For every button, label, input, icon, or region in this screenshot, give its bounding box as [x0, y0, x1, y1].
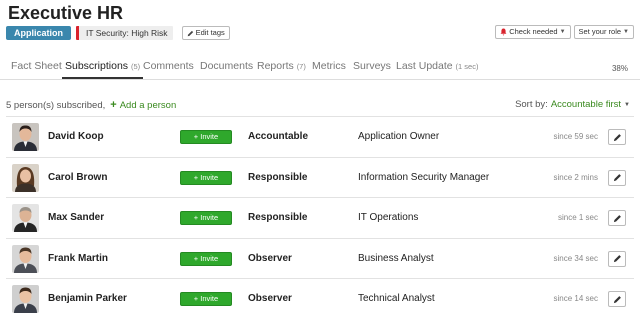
bell-icon [500, 28, 507, 36]
tab-comments[interactable]: Comments [143, 60, 194, 72]
avatar [12, 163, 39, 192]
invite-button[interactable]: + Invite [180, 130, 232, 144]
role-description: IT Operations [358, 212, 419, 223]
pencil-icon [187, 30, 193, 36]
table-row: Max Sander + Invite Responsible IT Opera… [6, 197, 634, 238]
pencil-icon [613, 295, 621, 303]
subscribed-since: since 34 sec [553, 253, 598, 263]
tab-label: Comments [143, 60, 194, 72]
tab-reports[interactable]: Reports (7) [257, 60, 306, 72]
subscription-list: David Koop + Invite Accountable Applicat… [6, 116, 634, 319]
person-name: Carol Brown [48, 171, 108, 183]
pencil-icon [613, 214, 621, 222]
subscribed-since: since 14 sec [553, 294, 598, 303]
sort-control[interactable]: Sort by: Accountable first ▼ [515, 99, 630, 110]
tab-subscriptions[interactable]: Subscriptions (5) [61, 60, 144, 79]
subscription-role: Observer [248, 293, 292, 304]
role-description: Technical Analyst [358, 293, 435, 304]
tab-label: Subscriptions [65, 60, 129, 72]
tab-metrics[interactable]: Metrics [312, 60, 346, 72]
table-row: David Koop + Invite Accountable Applicat… [6, 116, 634, 157]
subscribed-since: since 1 sec [557, 213, 598, 222]
avatar [12, 204, 39, 232]
role-description: Information Security Manager [358, 171, 490, 183]
edit-subscription-button[interactable] [608, 129, 626, 145]
person-name: Benjamin Parker [48, 293, 127, 304]
invite-button[interactable]: + Invite [180, 251, 232, 266]
tab-count: (5) [130, 62, 141, 71]
subscribed-since: since 59 sec [553, 132, 598, 141]
completion-percent: 38% [611, 64, 628, 73]
tab-bar: Fact Sheet Subscriptions (5) Comments Do… [0, 56, 640, 80]
person-name: Frank Martin [48, 252, 109, 264]
chevron-down-icon: ▼ [559, 29, 566, 35]
subscription-count-text: 5 person(s) subscribed, [6, 99, 106, 111]
invite-button[interactable]: + Invite [180, 170, 232, 185]
subscribed-since: since 2 mins [553, 172, 598, 182]
subscription-role: Responsible [248, 171, 308, 183]
subscription-role: Observer [248, 252, 292, 264]
header-actions: Check needed ▼ Set your role ▼ [495, 25, 634, 39]
avatar [12, 244, 39, 273]
pencil-icon [613, 133, 621, 141]
pencil-icon [613, 174, 621, 182]
tab-label: Reports [257, 60, 294, 72]
edit-subscription-button[interactable] [608, 169, 626, 186]
table-row: Benjamin Parker + Invite Observer Techni… [6, 278, 634, 319]
add-person-label: Add a person [119, 99, 177, 111]
role-description: Business Analyst [358, 252, 434, 264]
set-role-label: Set your role [578, 27, 622, 36]
edit-tags-label: Edit tags [195, 28, 225, 37]
table-row: Carol Brown + Invite Responsible Informa… [6, 156, 634, 198]
tab-label: Surveys [353, 60, 391, 72]
tag-row: Application IT Security: High Risk Edit … [6, 26, 230, 40]
invite-button[interactable]: + Invite [180, 292, 232, 306]
tab-documents[interactable]: Documents [200, 60, 253, 72]
check-needed-label: Check needed [509, 27, 558, 36]
set-role-button[interactable]: Set your role ▼ [573, 25, 634, 39]
sort-value: Accountable first [550, 99, 622, 110]
edit-tags-button[interactable]: Edit tags [181, 26, 230, 40]
edit-subscription-button[interactable] [608, 250, 626, 267]
table-row: Frank Martin + Invite Observer Business … [6, 237, 634, 279]
add-person-link[interactable]: + Add a person [110, 99, 176, 111]
tab-label: Metrics [312, 60, 346, 72]
chevron-down-icon: ▼ [624, 101, 630, 108]
page-title: Executive HR [8, 3, 124, 23]
subscription-role: Responsible [248, 212, 308, 223]
tab-fact-sheet[interactable]: Fact Sheet [11, 60, 62, 72]
tab-label: Last Update [396, 60, 453, 72]
edit-subscription-button[interactable] [608, 210, 626, 226]
role-description: Application Owner [358, 131, 440, 142]
avatar [12, 123, 39, 151]
tab-count: (7) [296, 62, 306, 71]
tab-last-update[interactable]: Last Update (1 sec) [396, 60, 478, 72]
application-tag[interactable]: Application [6, 26, 71, 40]
subscription-role: Accountable [248, 131, 309, 142]
person-name: David Koop [48, 131, 104, 142]
pencil-icon [613, 255, 621, 263]
tab-surveys[interactable]: Surveys [353, 60, 391, 72]
invite-button[interactable]: + Invite [180, 211, 232, 225]
plus-icon: + [110, 99, 117, 111]
person-name: Max Sander [48, 212, 105, 223]
edit-subscription-button[interactable] [608, 291, 626, 307]
it-security-risk-tag[interactable]: IT Security: High Risk [76, 26, 173, 40]
subscription-summary-bar: 5 person(s) subscribed, + Add a person [6, 99, 176, 111]
tab-count: (1 sec) [455, 62, 479, 71]
chevron-down-icon: ▼ [623, 29, 629, 35]
tab-label: Fact Sheet [11, 60, 62, 72]
avatar [12, 285, 39, 313]
sort-label: Sort by: [515, 99, 548, 110]
check-needed-button[interactable]: Check needed ▼ [495, 25, 571, 39]
tab-label: Documents [200, 60, 254, 72]
